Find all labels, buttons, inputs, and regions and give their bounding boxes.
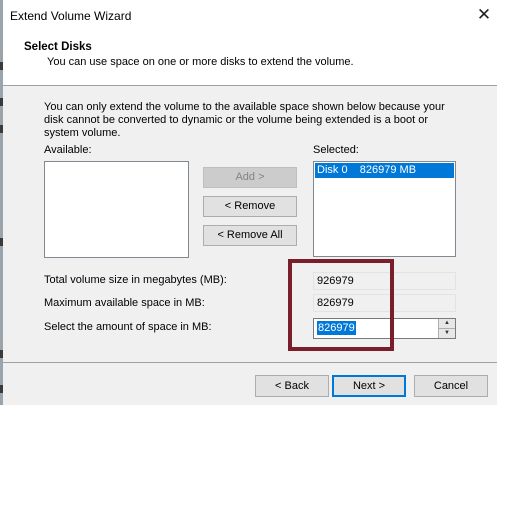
close-icon[interactable]: ✕ [473,4,495,26]
max-space-label: Maximum available space in MB: [44,297,205,309]
page-title: Select Disks [24,41,92,53]
selected-disks-list[interactable]: Disk 0 826979 MB [313,161,456,257]
total-size-label: Total volume size in megabytes (MB): [44,274,227,286]
page-subtitle: You can use space on one or more disks t… [47,56,354,68]
remove-all-button[interactable]: < Remove All [203,225,297,246]
extend-volume-dialog: Extend Volume Wizard ✕ Select Disks You … [3,0,497,405]
max-space-field: 826979 [313,294,456,312]
add-button[interactable]: Add > [203,167,297,188]
amount-input[interactable]: 826979 [317,321,356,335]
available-disks-list[interactable] [44,161,189,258]
title-bar[interactable]: Extend Volume Wizard ✕ [3,0,497,30]
total-size-field: 926979 [313,272,456,290]
footer-divider [3,362,497,363]
spin-down-icon[interactable]: ▼ [439,329,455,338]
back-button[interactable]: < Back [255,375,329,397]
available-label: Available: [44,144,92,156]
disk-size: 826979 MB [359,164,417,176]
disk-name: Disk 0 [317,164,348,176]
spin-buttons: ▲ ▼ [438,319,455,338]
next-button[interactable]: Next > [332,375,406,397]
window-title: Extend Volume Wizard [10,9,132,23]
description-text: You can only extend the volume to the av… [44,101,445,139]
amount-spinbox[interactable]: 826979 ▲ ▼ [313,318,456,339]
amount-label: Select the amount of space in MB: [44,321,212,333]
selected-label: Selected: [313,144,359,156]
spin-up-icon[interactable]: ▲ [439,319,455,329]
cancel-button[interactable]: Cancel [414,375,488,397]
wizard-header: Select Disks You can use space on one or… [3,30,497,86]
remove-button[interactable]: < Remove [203,196,297,217]
list-item[interactable]: Disk 0 826979 MB [315,163,454,178]
